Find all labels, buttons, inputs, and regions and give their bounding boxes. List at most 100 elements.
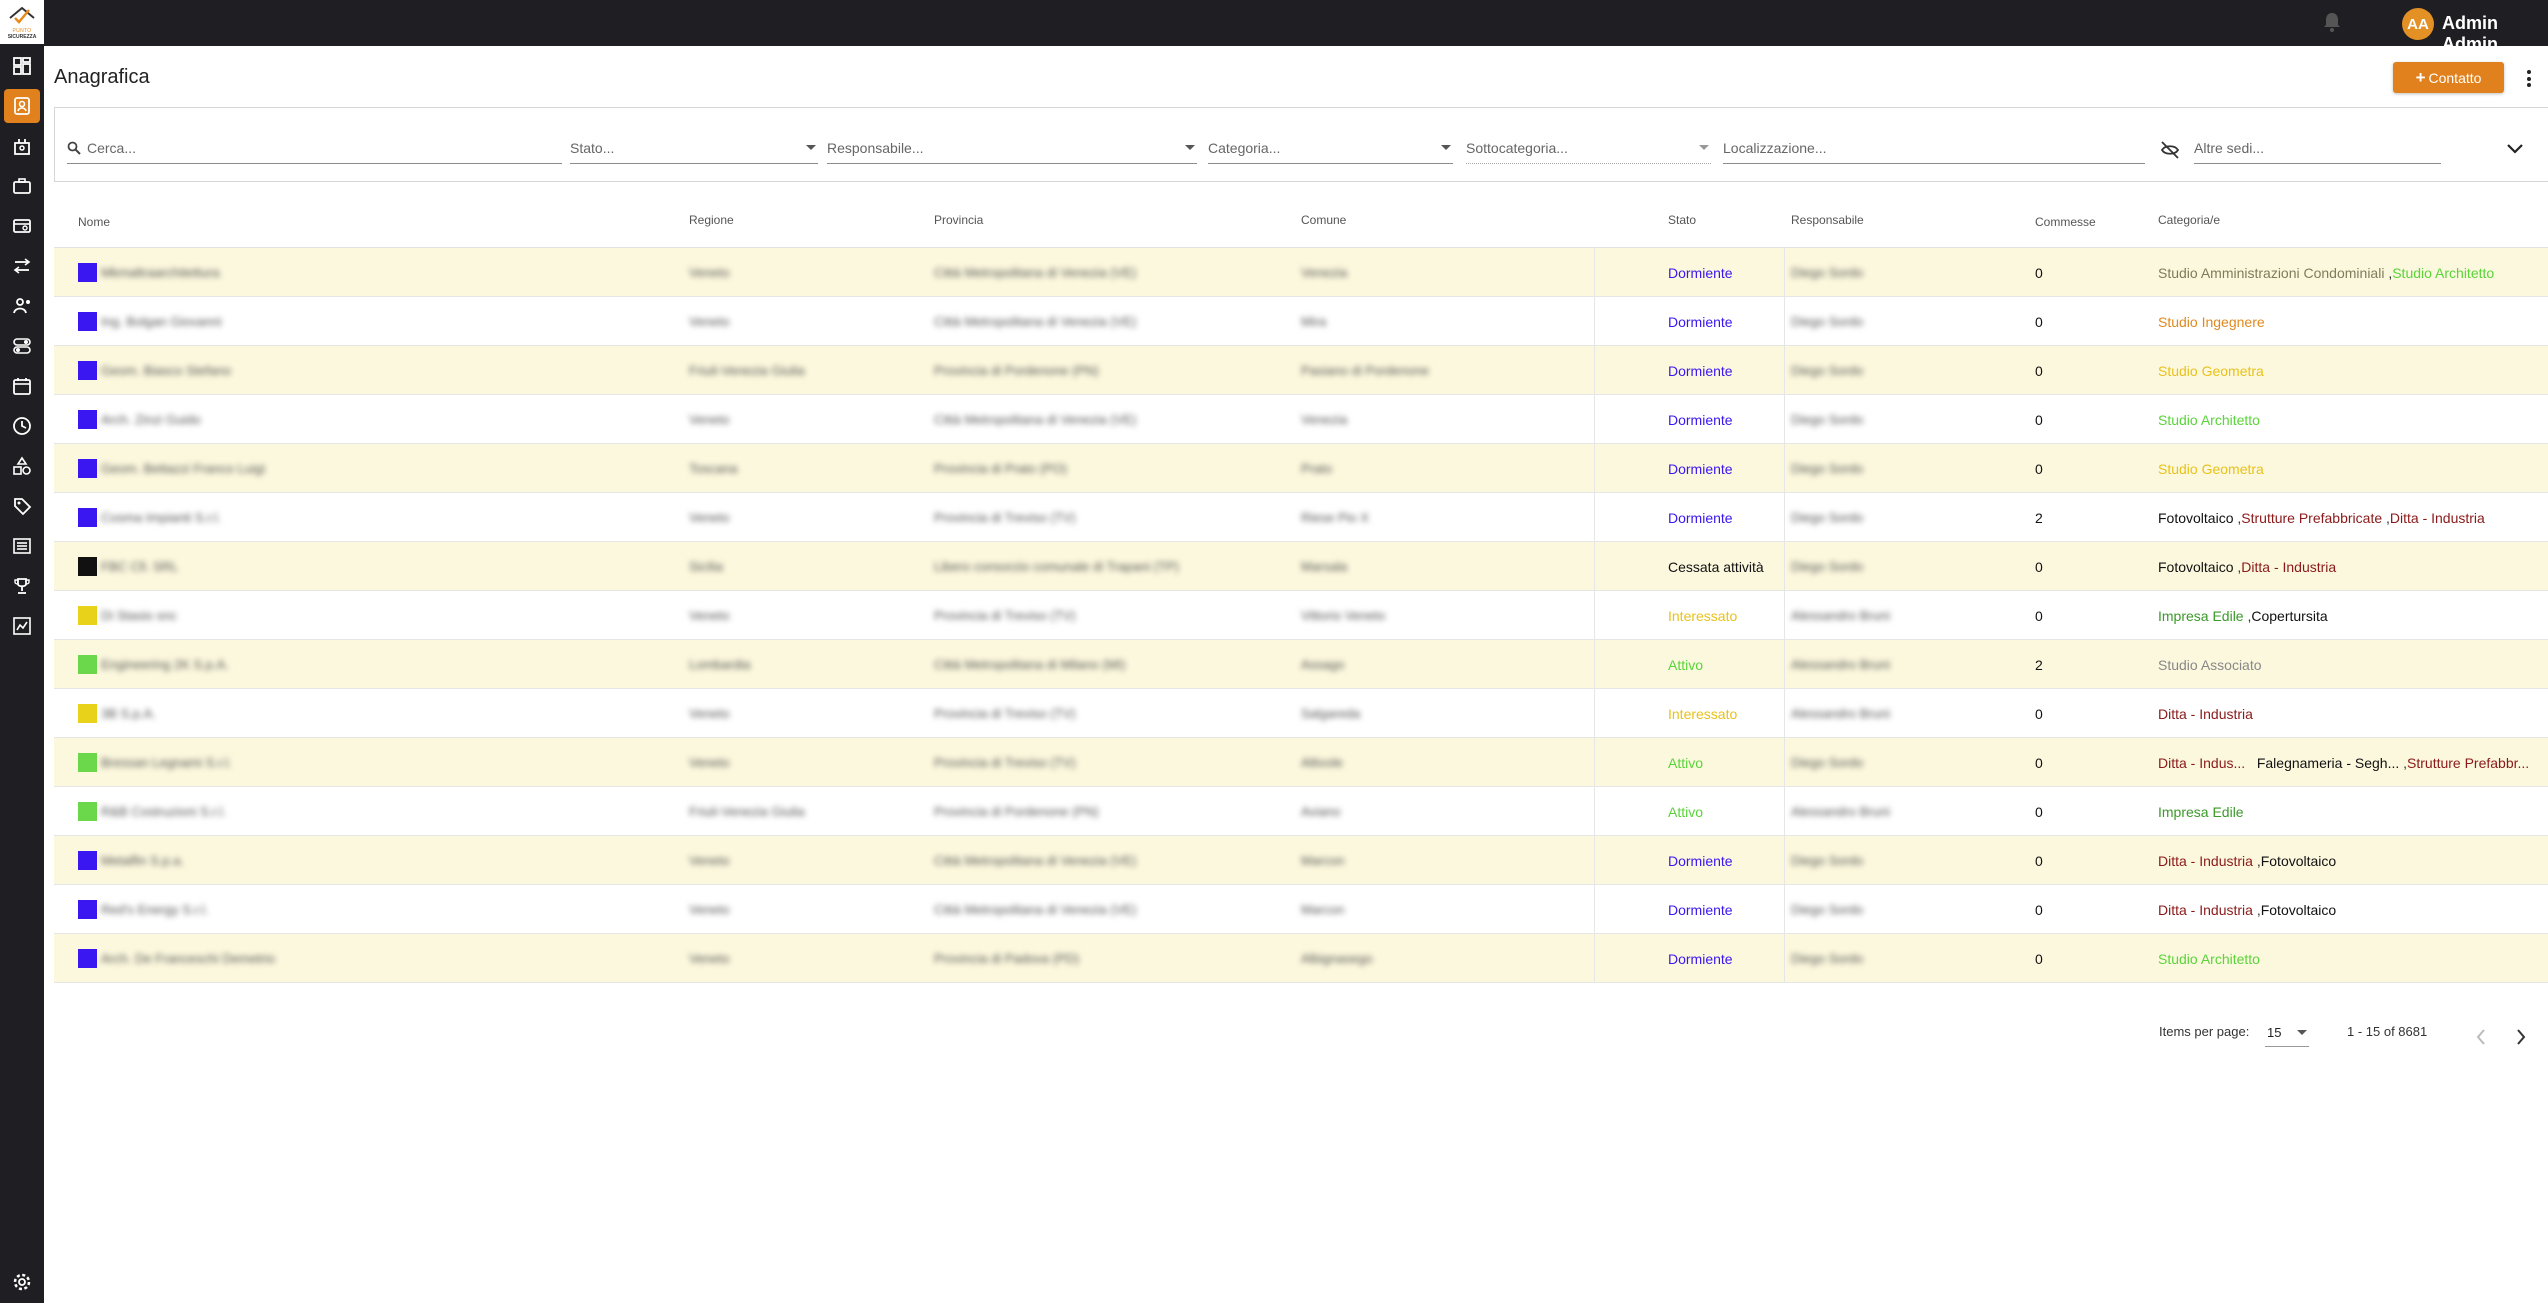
column-header-stato[interactable]: Stato: [1668, 213, 1696, 227]
toggles-icon: [13, 338, 31, 354]
cell-regione: Veneto: [689, 951, 730, 966]
column-divider: [1784, 738, 1785, 787]
table-row[interactable]: Bressan Legnami S.r.l. Veneto Provincia di…: [54, 738, 2548, 787]
cell-categorie: Studio Amministrazioni Condominiali , Stu…: [2158, 248, 2494, 297]
table-row[interactable]: R&B Costruzioni S.r.l. Friuli-Venezia Giu…: [54, 787, 2548, 836]
cell-comune: Riese Pio X: [1301, 510, 1369, 525]
category-tag: Studio Architetto: [2158, 950, 2260, 967]
table-row[interactable]: FBC Cll. SRL Sicilia Libero consorzio comu…: [54, 542, 2548, 591]
chevron-down-icon[interactable]: [2505, 141, 2525, 157]
cell-stato: Dormiente: [1668, 901, 1733, 918]
cell-stato: Attivo: [1668, 803, 1704, 820]
table-row[interactable]: Metalfin S.p.a. Veneto Città Metropolitana…: [54, 836, 2548, 885]
settings-icon: [13, 1273, 31, 1291]
status-color-swatch: [78, 900, 97, 919]
cell-stato: Dormiente: [1668, 509, 1733, 526]
cell-regione: Veneto: [689, 608, 730, 623]
category-tag: Studio Geometra: [2158, 460, 2264, 477]
cell-responsabile: Diego Sordo: [1791, 314, 1864, 329]
stato-select[interactable]: Stato...: [570, 132, 818, 164]
next-page-icon[interactable]: [2514, 1026, 2528, 1048]
category-tag: Ditta - Industria: [2389, 509, 2485, 526]
sidebar-item-tag[interactable]: [0, 488, 44, 524]
column-header-categorie[interactable]: Categoria/e: [2158, 213, 2220, 227]
table-row[interactable]: Mkmaltraarchitettura Veneto Città Metropol…: [54, 248, 2548, 297]
top-bar: AA Admin Admin: [44, 0, 2548, 54]
column-divider: [1594, 689, 1595, 738]
column-header-responsabile[interactable]: Responsabile: [1791, 213, 1864, 227]
cell-commesse: 0: [2035, 803, 2043, 820]
cell-responsabile: Alessandro Bruni: [1791, 608, 1890, 623]
table-row[interactable]: Di Stasio snc Veneto Provincia di Treviso …: [54, 591, 2548, 640]
logo-text-bottom: SICUREZZA: [7, 34, 37, 40]
cell-categorie: Impresa Edile , Copertursita: [2158, 591, 2328, 640]
table-row[interactable]: Geom. Biasco Stefano Friuli-Venezia Giuli…: [54, 346, 2548, 395]
sidebar-item-clock[interactable]: [0, 408, 44, 444]
altre-sedi-input[interactable]: Altre sedi...: [2194, 132, 2441, 164]
sidebar-item-transfer[interactable]: [0, 248, 44, 284]
cell-categorie: Studio Ingegnere: [2158, 297, 2265, 346]
cell-provincia: Provincia di Treviso (TV): [934, 706, 1076, 721]
column-header-comune[interactable]: Comune: [1301, 213, 1346, 227]
page-more-icon[interactable]: [2526, 70, 2532, 90]
sottocategoria-select[interactable]: Sottocategoria...: [1466, 132, 1711, 164]
items-per-page-select[interactable]: 15: [2265, 1019, 2309, 1047]
table-row[interactable]: 3B S.p.A. Veneto Provincia di Treviso (TV)…: [54, 689, 2548, 738]
column-header-commesse[interactable]: Commesse: [2035, 215, 2096, 229]
user-name[interactable]: Admin Admin: [2442, 13, 2548, 55]
table-row[interactable]: Ing. Bolgan Giovanni Veneto Città Metropol…: [54, 297, 2548, 346]
cell-commesse: 0: [2035, 852, 2043, 869]
sidebar-item-chart[interactable]: [0, 608, 44, 644]
sidebar-item-trophy[interactable]: [0, 568, 44, 604]
sidebar-item-dashboard[interactable]: [0, 48, 44, 84]
location-off-icon[interactable]: [2159, 139, 2181, 161]
sidebar-item-briefcase[interactable]: [0, 168, 44, 204]
cell-responsabile: Diego Sordo: [1791, 902, 1864, 917]
column-header-regione[interactable]: Regione: [689, 213, 734, 227]
categoria-select[interactable]: Categoria...: [1208, 132, 1453, 164]
sidebar-item-contacts[interactable]: [4, 89, 40, 123]
sidebar-item-calendar[interactable]: [0, 368, 44, 404]
user-avatar[interactable]: AA: [2402, 8, 2434, 40]
column-header-nome[interactable]: Nome: [78, 215, 110, 229]
sidebar-item-list[interactable]: [0, 528, 44, 564]
search-input[interactable]: Cerca...: [67, 132, 562, 164]
column-divider: [1594, 444, 1595, 493]
table-row[interactable]: Geom. Bettazzi Franco Luigi Toscana Provin…: [54, 444, 2548, 493]
app-root: PUNTO SICUREZZA AA Admin Admin Anagrafic…: [0, 0, 2548, 1303]
column-divider: [1594, 738, 1595, 787]
company-icon: [14, 139, 30, 155]
cell-provincia: Provincia di Padova (PD): [934, 951, 1080, 966]
cell-provincia: Città Metropolitana di Venezia (VE): [934, 902, 1137, 917]
previous-page-icon[interactable]: [2474, 1026, 2488, 1048]
altre-sedi-placeholder: Altre sedi...: [2194, 140, 2265, 156]
cell-responsabile: Diego Sordo: [1791, 755, 1864, 770]
sidebar-item-company[interactable]: [0, 128, 44, 164]
category-tag: Impresa Edile: [2158, 607, 2244, 624]
table-row[interactable]: Cosma Impianti S.r.l. Veneto Provincia di …: [54, 493, 2548, 542]
cell-regione: Veneto: [689, 265, 730, 280]
table-row[interactable]: Arch. Zinzi Guido Veneto Città Metropolita…: [54, 395, 2548, 444]
category-tag: Copertursita: [2251, 607, 2328, 624]
table-row[interactable]: Engineering 2K S.p.A. Lombardia Città Metr…: [54, 640, 2548, 689]
cell-stato: Attivo: [1668, 656, 1704, 673]
column-header-provincia[interactable]: Provincia: [934, 213, 983, 227]
status-color-swatch: [78, 263, 97, 282]
responsabile-select[interactable]: Responsabile...: [827, 132, 1197, 164]
localizzazione-input[interactable]: Localizzazione...: [1723, 132, 2145, 164]
cell-nome: Arch. Zinzi Guido: [101, 412, 201, 427]
table-row[interactable]: Red's Energy S.r.l. Veneto Città Metropoli…: [54, 885, 2548, 934]
sidebar-item-shapes[interactable]: [0, 448, 44, 484]
sidebar-item-settings[interactable]: [0, 1264, 44, 1300]
add-contact-button[interactable]: + Contatto: [2393, 62, 2504, 93]
sidebar-item-toggles[interactable]: [0, 328, 44, 364]
category-tag: ,: [2252, 852, 2261, 869]
cell-categorie: Fotovoltaico , Ditta - Industria: [2158, 542, 2336, 591]
notifications-bell-icon[interactable]: [2322, 11, 2342, 33]
table-row[interactable]: Arch. De Franceschi Demetrio Veneto Provin…: [54, 934, 2548, 983]
sidebar-item-user-manage[interactable]: [0, 288, 44, 324]
app-logo[interactable]: PUNTO SICUREZZA: [0, 0, 44, 44]
column-divider: [1784, 640, 1785, 689]
status-color-swatch: [78, 312, 97, 331]
sidebar-item-billing[interactable]: [0, 208, 44, 244]
